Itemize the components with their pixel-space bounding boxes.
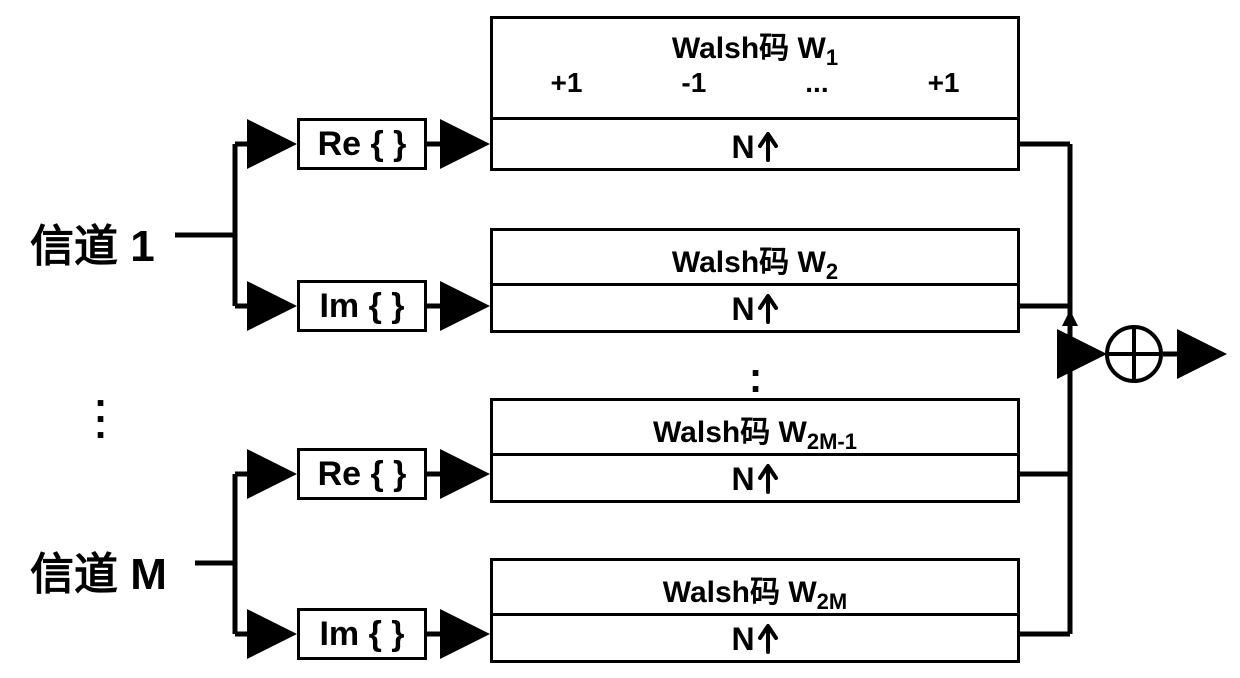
up-arrow-icon: [757, 294, 779, 324]
sum-node: [1105, 325, 1163, 383]
vdots-channels: ...: [95, 385, 106, 433]
walsh-chips-row: +1 -1 ... +1: [493, 67, 1017, 99]
walsh-block-w2m: Walsh码 W2M N: [490, 558, 1020, 663]
up-arrow-icon: [757, 624, 779, 654]
channel-m-label: 信道 M: [30, 538, 167, 602]
walsh-title-w2: Walsh码 W2: [493, 237, 1017, 285]
walsh-divider-w2: [493, 283, 1017, 286]
walsh-title-w2m1: Walsh码 W2M-1: [493, 407, 1017, 455]
walsh-divider-w2m1: [493, 453, 1017, 456]
walsh-block-w2m1: Walsh码 W2M-1 N: [490, 398, 1020, 503]
walsh-block-w1: Walsh码 W1 +1 -1 ... +1 N: [490, 16, 1020, 171]
walsh-n-w2m: N: [493, 617, 1017, 661]
walsh-title-w1: Walsh码 W1: [493, 23, 1017, 71]
re-box-ch1: Re { }: [297, 118, 427, 170]
im-box-ch1: Im { }: [297, 280, 427, 332]
im-box-chm: Im { }: [297, 608, 427, 660]
walsh-n-w1: N: [493, 125, 1017, 169]
re-box-chm: Re { }: [297, 448, 427, 500]
up-arrow-icon: [757, 464, 779, 494]
walsh-n-w2: N: [493, 287, 1017, 331]
walsh-block-w2: Walsh码 W2 N: [490, 228, 1020, 333]
vdots-walsh: ...: [750, 355, 761, 403]
walsh-divider-w2m: [493, 613, 1017, 616]
channel-1-label: 信道 1: [30, 210, 155, 274]
walsh-n-w2m1: N: [493, 457, 1017, 501]
walsh-title-w2m: Walsh码 W2M: [493, 567, 1017, 615]
up-arrow-icon: [757, 132, 779, 162]
walsh-divider-w1: [493, 117, 1017, 120]
